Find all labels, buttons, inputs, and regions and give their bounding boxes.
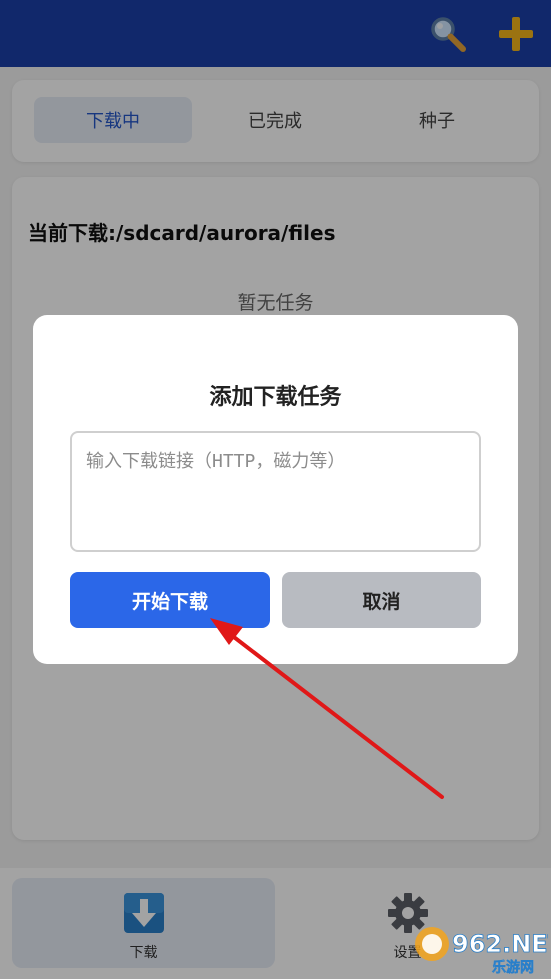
site-watermark-logo: 962.NET 乐游网 <box>415 927 548 976</box>
annotation-arrow-icon <box>210 618 444 799</box>
svg-text:962.NET: 962.NET <box>452 930 548 958</box>
svg-text:乐游网: 乐游网 <box>492 959 534 976</box>
